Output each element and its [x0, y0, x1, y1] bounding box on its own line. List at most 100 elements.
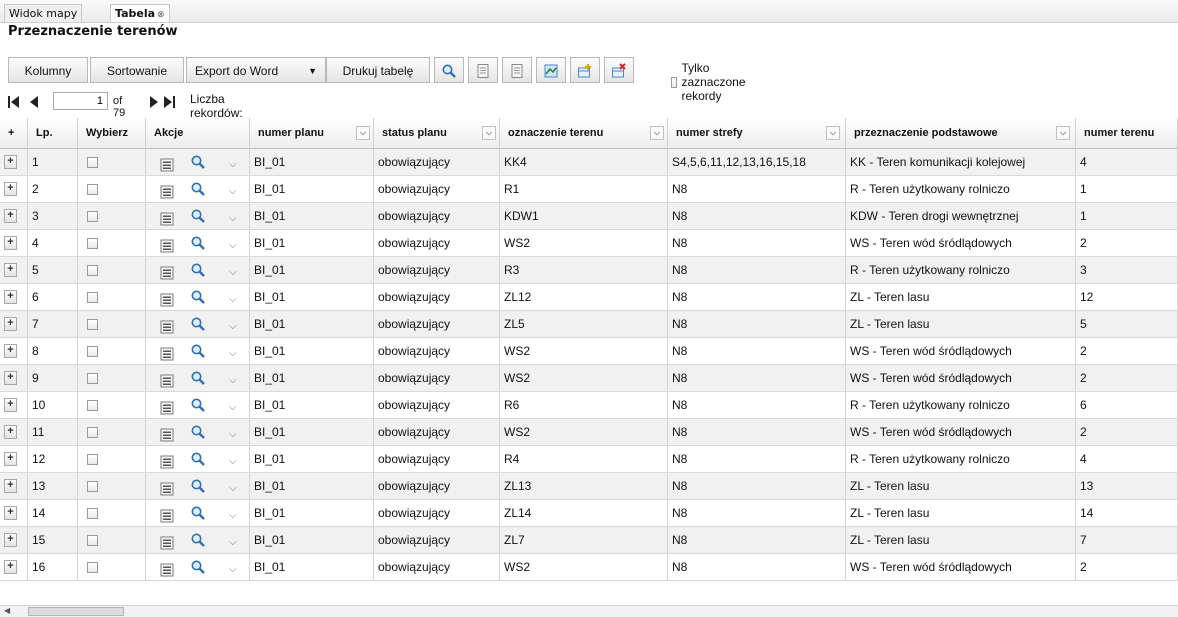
expand-row-button[interactable]: +	[4, 425, 17, 439]
only-selected-toggle[interactable]: Tylko zaznaczone rekordy	[671, 61, 750, 103]
details-icon[interactable]	[160, 398, 178, 416]
expand-row-button[interactable]: +	[4, 182, 17, 196]
column-menu-icon[interactable]: ⌵	[1056, 126, 1070, 140]
expand-row-button[interactable]: +	[4, 560, 17, 574]
row-select-checkbox[interactable]	[87, 454, 98, 465]
chevron-down-icon[interactable]: ⌵	[229, 449, 237, 472]
zoom-icon[interactable]	[190, 234, 208, 252]
row-select-checkbox[interactable]	[87, 265, 98, 276]
close-circle-icon[interactable]: ⊗	[157, 10, 165, 20]
chevron-down-icon[interactable]: ⌵	[229, 233, 237, 256]
row-select-checkbox[interactable]	[87, 346, 98, 357]
row-select-checkbox[interactable]	[87, 211, 98, 222]
chevron-down-icon[interactable]: ⌵	[229, 287, 237, 310]
chevron-down-icon[interactable]: ⌵	[229, 530, 237, 553]
zoom-icon[interactable]	[190, 450, 208, 468]
zoom-icon[interactable]	[190, 423, 208, 441]
chevron-down-icon[interactable]: ⌵	[229, 260, 237, 283]
chevron-down-icon[interactable]: ⌵	[229, 314, 237, 337]
scroll-left-icon[interactable]: ◀	[4, 606, 10, 615]
chevron-down-icon[interactable]: ⌵	[229, 503, 237, 526]
zoom-icon[interactable]	[190, 369, 208, 387]
row-select-checkbox[interactable]	[87, 184, 98, 195]
scrollbar-thumb[interactable]	[28, 607, 124, 616]
chevron-down-icon[interactable]: ⌵	[229, 179, 237, 202]
expand-row-button[interactable]: +	[4, 317, 17, 331]
expand-row-button[interactable]: +	[4, 155, 17, 169]
column-header-area-number[interactable]: numer terenu	[1076, 118, 1178, 148]
horizontal-scrollbar[interactable]: ◀	[0, 605, 1178, 617]
document-button-2[interactable]	[502, 57, 532, 83]
document-button-1[interactable]	[468, 57, 498, 83]
expand-row-button[interactable]: +	[4, 506, 17, 520]
column-header-select[interactable]: Wybierz	[78, 118, 146, 148]
expand-row-button[interactable]: +	[4, 236, 17, 250]
details-icon[interactable]	[160, 479, 178, 497]
expand-row-button[interactable]: +	[4, 533, 17, 547]
expand-row-button[interactable]: +	[4, 344, 17, 358]
details-icon[interactable]	[160, 371, 178, 389]
zoom-icon[interactable]	[190, 531, 208, 549]
details-icon[interactable]	[160, 290, 178, 308]
row-select-checkbox[interactable]	[87, 373, 98, 384]
expand-row-button[interactable]: +	[4, 371, 17, 385]
zoom-icon[interactable]	[190, 207, 208, 225]
details-icon[interactable]	[160, 236, 178, 254]
row-select-checkbox[interactable]	[87, 292, 98, 303]
remove-table-button[interactable]	[604, 57, 634, 83]
column-header-lp[interactable]: Lp.	[28, 118, 78, 148]
details-icon[interactable]	[160, 506, 178, 524]
export-format-select[interactable]: Export do Word ▼	[186, 57, 326, 83]
details-icon[interactable]	[160, 317, 178, 335]
chevron-down-icon[interactable]: ⌵	[229, 341, 237, 364]
first-page-icon[interactable]	[8, 94, 20, 110]
last-page-icon[interactable]	[163, 94, 175, 110]
zoom-icon[interactable]	[190, 315, 208, 333]
chevron-down-icon[interactable]: ⌵	[229, 422, 237, 445]
details-icon[interactable]	[160, 425, 178, 443]
tab-map-view[interactable]: Widok mapy	[4, 4, 83, 22]
expand-row-button[interactable]: +	[4, 209, 17, 223]
row-select-checkbox[interactable]	[87, 400, 98, 411]
details-icon[interactable]	[160, 209, 178, 227]
add-table-button[interactable]	[570, 57, 600, 83]
chevron-down-icon[interactable]: ⌵	[229, 557, 237, 580]
row-select-checkbox[interactable]	[87, 562, 98, 573]
row-select-checkbox[interactable]	[87, 535, 98, 546]
column-header-zone-number[interactable]: numer strefy ⌵	[668, 118, 846, 148]
expand-row-button[interactable]: +	[4, 263, 17, 277]
column-menu-icon[interactable]: ⌵	[826, 126, 840, 140]
details-icon[interactable]	[160, 155, 178, 173]
chevron-down-icon[interactable]: ⌵	[229, 368, 237, 391]
columns-button[interactable]: Kolumny	[8, 57, 88, 83]
column-header-primary-use[interactable]: przeznaczenie podstawowe ⌵	[846, 118, 1076, 148]
column-menu-icon[interactable]: ⌵	[356, 126, 370, 140]
column-menu-icon[interactable]: ⌵	[650, 126, 664, 140]
zoom-icon[interactable]	[190, 504, 208, 522]
chevron-down-icon[interactable]: ⌵	[229, 206, 237, 229]
chevron-down-icon[interactable]: ⌵	[229, 395, 237, 418]
row-select-checkbox[interactable]	[87, 508, 98, 519]
only-selected-checkbox[interactable]	[671, 76, 678, 88]
row-select-checkbox[interactable]	[87, 481, 98, 492]
expand-row-button[interactable]: +	[4, 479, 17, 493]
map-view-button[interactable]	[536, 57, 566, 83]
zoom-icon[interactable]	[190, 153, 208, 171]
print-table-button[interactable]: Drukuj tabelę	[326, 57, 430, 83]
previous-page-icon[interactable]	[28, 94, 40, 110]
sort-button[interactable]: Sortowanie	[90, 57, 184, 83]
column-menu-icon[interactable]: ⌵	[482, 126, 496, 140]
expand-row-button[interactable]: +	[4, 452, 17, 466]
zoom-button[interactable]	[434, 57, 464, 83]
chevron-down-icon[interactable]: ⌵	[229, 476, 237, 499]
next-page-icon[interactable]	[148, 94, 160, 110]
column-header-area-designation[interactable]: oznaczenie terenu ⌵	[500, 118, 668, 148]
zoom-icon[interactable]	[190, 288, 208, 306]
details-icon[interactable]	[160, 560, 178, 578]
page-number-input[interactable]	[53, 92, 108, 110]
details-icon[interactable]	[160, 182, 178, 200]
tab-table[interactable]: Tabela ⊗	[110, 4, 170, 22]
zoom-icon[interactable]	[190, 558, 208, 576]
row-select-checkbox[interactable]	[87, 157, 98, 168]
column-header-plan-number[interactable]: numer planu ⌵	[250, 118, 374, 148]
